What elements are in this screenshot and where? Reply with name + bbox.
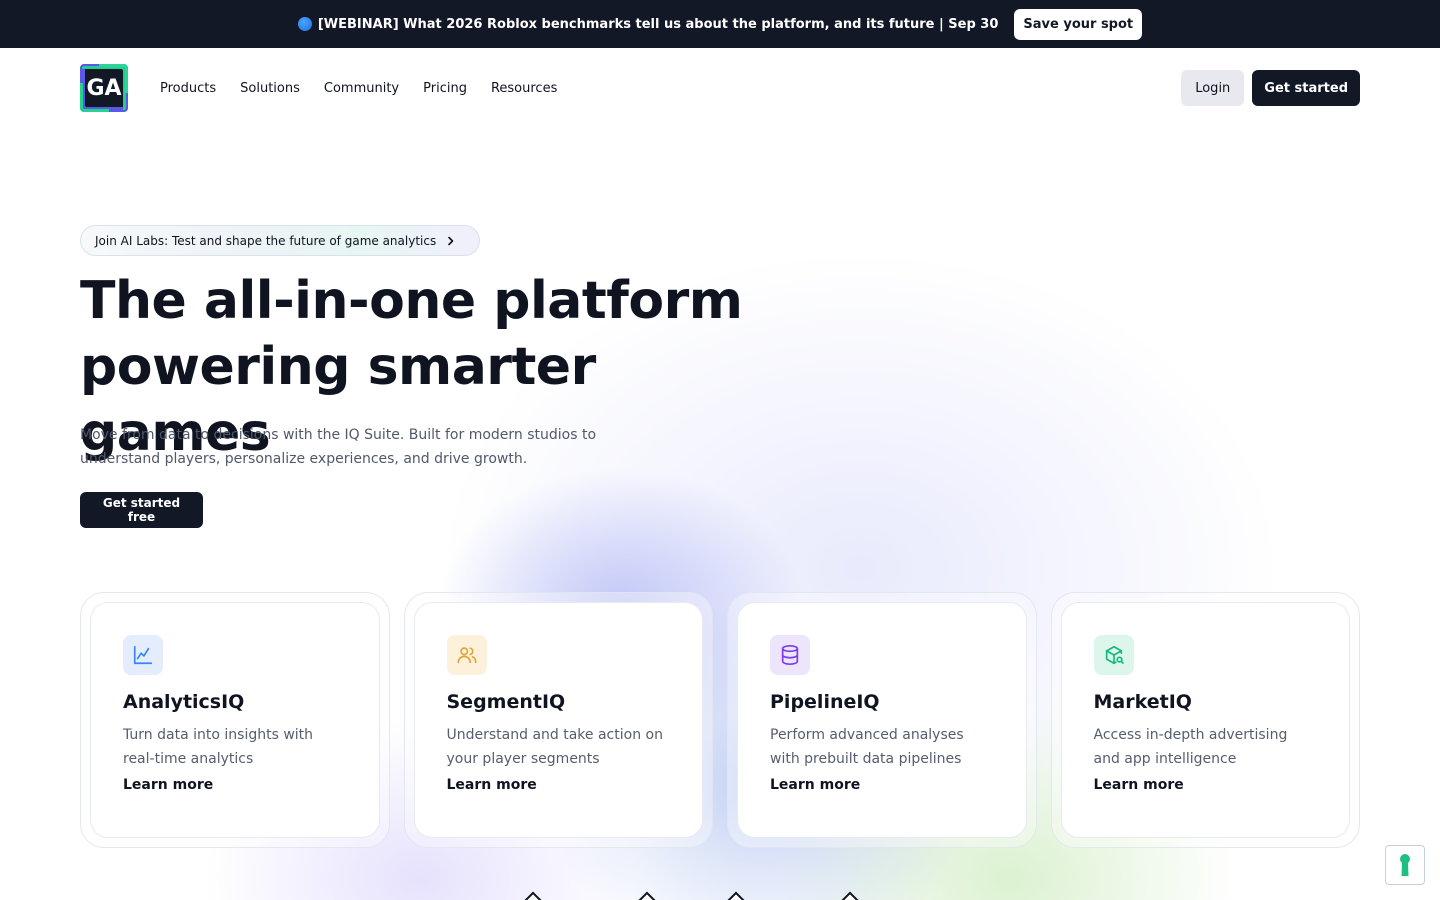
logo-text: GA [86,75,122,101]
nav-item-community[interactable]: Community [324,81,399,96]
decorative-diamond-icon [638,891,656,900]
learn-more-link[interactable]: Learn more [123,777,347,793]
product-card-frame: MarketIQ Access in-depth advertising and… [1050,592,1360,848]
learn-more-link[interactable]: Learn more [447,777,671,793]
product-card-title: MarketIQ [1093,691,1192,713]
product-card-description: Turn data into insights with real-time a… [123,727,314,767]
product-card-pipelineiq[interactable]: PipelineIQ Perform advanced analyses wit… [737,602,1027,838]
nav-actions: Login Get started [1181,70,1360,106]
cookie-settings-button[interactable] [1385,845,1425,885]
product-card-frame: PipelineIQ Perform advanced analyses wit… [727,592,1037,848]
logo[interactable]: GA [80,64,128,112]
ai-labs-pill-link[interactable]: Join AI Labs: Test and shape the future … [80,225,480,256]
get-started-free-button[interactable]: Get started free [80,492,203,528]
product-card-description: Access in-depth advertising and app inte… [1093,727,1288,767]
announcement-text-group[interactable]: [WEBINAR] What 2026 Roblox benchmarks te… [297,16,999,32]
login-button[interactable]: Login [1181,70,1245,106]
product-card-frame: AnalyticsIQ Turn data into insights with… [80,592,390,848]
decorative-diamond-icon [841,891,859,900]
product-card-description: Understand and take action on your playe… [446,727,663,767]
product-card-marketiq[interactable]: MarketIQ Access in-depth advertising and… [1060,602,1350,838]
blue-dot-icon [297,17,312,31]
learn-more-link[interactable]: Learn more [770,777,994,793]
hero-headline-line-1: The all-in-one platform [80,271,743,331]
line-chart-icon [123,635,163,675]
nav-item-resources[interactable]: Resources [491,81,557,96]
nav-item-products[interactable]: Products [160,81,216,96]
ai-labs-pill-text: Join AI Labs: Test and shape the future … [95,233,437,248]
product-card-description: Perform advanced analyses with prebuilt … [770,727,964,767]
hero-subtitle: Move from data to decisions with the IQ … [80,427,597,467]
get-started-button[interactable]: Get started [1252,70,1360,106]
main-navigation: GA Products Solutions Community Pricing … [80,64,1360,112]
nav-item-solutions[interactable]: Solutions [240,81,300,96]
product-card-segmentiq[interactable]: SegmentIQ Understand and take action on … [413,602,703,838]
package-search-icon [1093,635,1134,675]
chevron-right-icon [448,236,454,245]
decorative-diamond-icon [727,891,745,900]
users-icon [446,635,487,675]
product-card-title: SegmentIQ [446,691,566,713]
database-icon [770,635,810,675]
keyhole-icon [1400,854,1410,876]
save-your-spot-button[interactable]: Save your spot [1014,8,1143,40]
product-card-title: PipelineIQ [770,691,880,713]
announcement-text: [WEBINAR] What 2026 Roblox benchmarks te… [317,16,999,32]
announcement-bar: [WEBINAR] What 2026 Roblox benchmarks te… [0,0,1440,48]
product-card-analyticsiq[interactable]: AnalyticsIQ Turn data into insights with… [90,602,380,838]
learn-more-link[interactable]: Learn more [1094,777,1318,793]
product-cards: AnalyticsIQ Turn data into insights with… [80,592,1360,848]
product-card-frame: SegmentIQ Understand and take action on … [403,592,713,848]
decorative-diamond-icon [524,891,542,900]
nav-menu: Products Solutions Community Pricing Res… [160,81,557,96]
product-card-title: AnalyticsIQ [123,691,245,713]
nav-item-pricing[interactable]: Pricing [423,81,467,96]
